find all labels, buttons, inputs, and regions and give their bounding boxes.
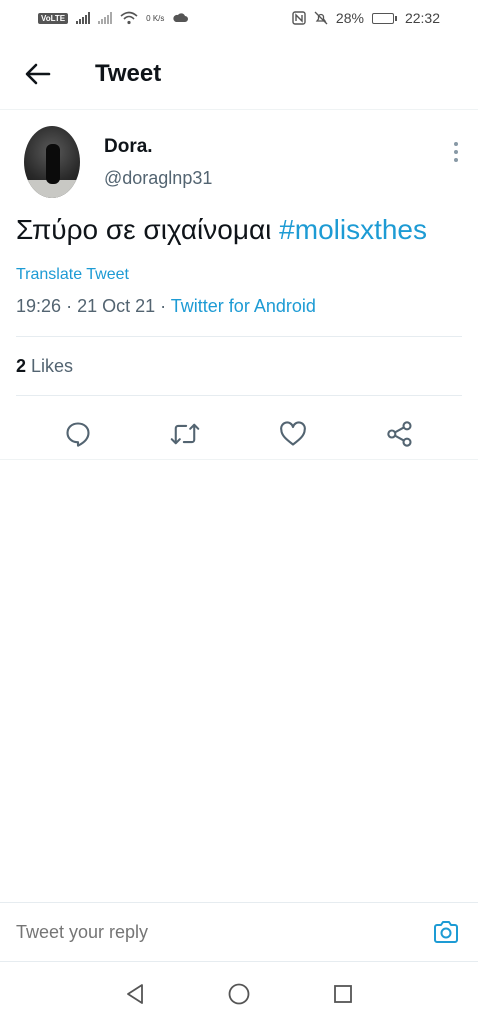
user-handle[interactable]: @doraglnp31 — [104, 168, 212, 189]
share-icon — [387, 421, 412, 447]
battery-icon — [371, 12, 397, 24]
back-button[interactable] — [14, 50, 62, 98]
volte-badge: VoLTE — [38, 12, 69, 24]
tweet-actions — [0, 406, 478, 462]
camera-button[interactable] — [430, 916, 462, 948]
tweet-meta: 19:26 · 21 Oct 21 · Twitter for Android — [16, 296, 316, 317]
retweet-button[interactable] — [165, 414, 205, 454]
retweet-icon — [170, 423, 200, 445]
battery-percent: 28% — [335, 10, 364, 26]
circle-home-icon — [228, 983, 250, 1005]
tweet-author: Dora. @doraglnp31 — [24, 126, 464, 200]
signal-icon — [76, 12, 91, 24]
tweet-text: Σπύρο σε σιχαίνομαι #molisxthes — [16, 214, 466, 246]
reply-icon — [66, 422, 90, 447]
triangle-back-icon — [127, 984, 143, 1004]
network-speed: 0 K/s — [146, 13, 165, 23]
signal-2-icon — [98, 12, 113, 24]
hashtag-link[interactable]: #molisxthes — [279, 214, 427, 245]
cloud-icon — [173, 13, 189, 22]
reply-input[interactable] — [16, 921, 396, 943]
tweet-body: Σπύρο σε σιχαίνομαι — [16, 214, 272, 245]
nav-recents-button[interactable] — [327, 978, 359, 1010]
page-title: Tweet — [95, 59, 162, 87]
meta-separator: · — [66, 296, 78, 316]
more-options-button[interactable] — [446, 140, 466, 164]
tweet-date: 21 Oct 21 — [77, 296, 156, 316]
camera-icon — [434, 921, 458, 943]
nfc-icon — [292, 11, 306, 25]
divider — [0, 459, 478, 460]
system-nav-bar — [0, 964, 478, 1024]
reply-button[interactable] — [58, 414, 98, 454]
reply-bar — [0, 902, 478, 962]
like-button[interactable] — [273, 414, 313, 454]
arrow-left-icon — [25, 63, 51, 84]
nav-back-button[interactable] — [119, 978, 151, 1010]
share-button[interactable] — [380, 414, 420, 454]
header: Tweet — [0, 38, 478, 110]
likes-number: 2 — [16, 356, 27, 376]
tweet-time: 19:26 — [16, 296, 62, 316]
likes-label: Likes — [31, 356, 74, 376]
status-left: VoLTE 0 K/s — [38, 11, 189, 25]
status-bar: VoLTE 0 K/s 28% 22:32 — [0, 0, 478, 36]
meta-separator: · — [160, 296, 171, 316]
likes-count[interactable]: 2 Likes — [16, 356, 73, 377]
like-icon — [279, 421, 306, 446]
nav-home-button[interactable] — [223, 978, 255, 1010]
square-recents-icon — [334, 985, 352, 1003]
mute-bell-icon — [314, 11, 328, 25]
clock: 22:32 — [404, 10, 440, 26]
translate-tweet-link[interactable]: Translate Tweet — [16, 266, 129, 284]
status-right: 28% 22:32 — [292, 10, 440, 26]
display-name[interactable]: Dora. — [104, 136, 153, 158]
tweet-source-link[interactable]: Twitter for Android — [171, 296, 316, 316]
avatar[interactable] — [24, 126, 80, 198]
divider — [16, 395, 462, 396]
wifi-icon — [120, 11, 138, 25]
divider — [16, 336, 462, 337]
